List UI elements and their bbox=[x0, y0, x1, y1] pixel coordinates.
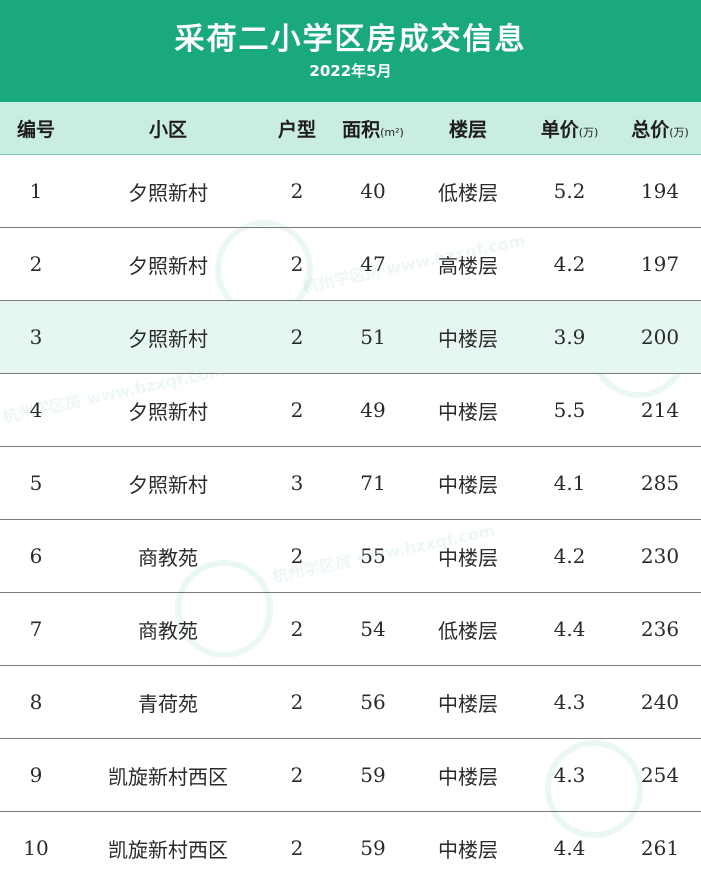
cell-number: 6 bbox=[0, 519, 72, 593]
cell-unit-price: 4.3 bbox=[520, 738, 619, 812]
cell-layout: 2 bbox=[264, 300, 330, 374]
transactions-table: 编号 小区 户型 面积(m²) 楼层 单价(万) 总价(万) 1 夕照新村 2 … bbox=[0, 102, 701, 883]
cell-floor: 中楼层 bbox=[416, 446, 520, 520]
cell-floor: 中楼层 bbox=[416, 519, 520, 593]
cell-layout: 2 bbox=[264, 227, 330, 301]
cell-floor: 中楼层 bbox=[416, 811, 520, 883]
cell-community: 凯旋新村西区 bbox=[72, 811, 264, 883]
cell-unit-price: 3.9 bbox=[520, 300, 619, 374]
cell-community: 夕照新村 bbox=[72, 300, 264, 374]
column-header-community: 小区 bbox=[72, 102, 264, 155]
cell-unit-price: 4.2 bbox=[520, 519, 619, 593]
cell-area: 47 bbox=[330, 227, 416, 301]
column-header-total-price: 总价(万) bbox=[619, 102, 701, 155]
cell-area: 71 bbox=[330, 446, 416, 520]
page: 杭州学区房 www.hzxqf.com 杭州学区房 www.hzxqf.com … bbox=[0, 0, 701, 883]
cell-total-price: 194 bbox=[619, 154, 701, 228]
cell-total-price: 214 bbox=[619, 373, 701, 447]
cell-floor: 中楼层 bbox=[416, 373, 520, 447]
table-row: 7 商教苑 2 54 低楼层 4.4 236 bbox=[0, 592, 701, 666]
cell-floor: 中楼层 bbox=[416, 738, 520, 812]
cell-community: 夕照新村 bbox=[72, 373, 264, 447]
column-header-layout: 户型 bbox=[264, 102, 330, 155]
cell-community: 商教苑 bbox=[72, 592, 264, 666]
cell-number: 8 bbox=[0, 665, 72, 739]
cell-layout: 2 bbox=[264, 665, 330, 739]
cell-total-price: 197 bbox=[619, 227, 701, 301]
cell-number: 2 bbox=[0, 227, 72, 301]
table-row: 10 凯旋新村西区 2 59 中楼层 4.4 261 bbox=[0, 811, 701, 883]
cell-community: 夕照新村 bbox=[72, 446, 264, 520]
table-header-row: 编号 小区 户型 面积(m²) 楼层 单价(万) 总价(万) bbox=[0, 102, 701, 155]
cell-area: 51 bbox=[330, 300, 416, 374]
cell-unit-price: 4.2 bbox=[520, 227, 619, 301]
cell-community: 夕照新村 bbox=[72, 227, 264, 301]
column-header-floor: 楼层 bbox=[416, 102, 520, 155]
cell-unit-price: 5.2 bbox=[520, 154, 619, 228]
cell-total-price: 200 bbox=[619, 300, 701, 374]
cell-number: 3 bbox=[0, 300, 72, 374]
cell-area: 59 bbox=[330, 811, 416, 883]
cell-unit-price: 4.4 bbox=[520, 592, 619, 666]
cell-layout: 2 bbox=[264, 519, 330, 593]
cell-floor: 中楼层 bbox=[416, 665, 520, 739]
cell-layout: 2 bbox=[264, 592, 330, 666]
cell-unit-price: 4.4 bbox=[520, 811, 619, 883]
cell-number: 1 bbox=[0, 154, 72, 228]
cell-number: 7 bbox=[0, 592, 72, 666]
cell-total-price: 285 bbox=[619, 446, 701, 520]
cell-floor: 低楼层 bbox=[416, 154, 520, 228]
cell-area: 40 bbox=[330, 154, 416, 228]
table-row: 8 青荷苑 2 56 中楼层 4.3 240 bbox=[0, 665, 701, 739]
cell-total-price: 230 bbox=[619, 519, 701, 593]
cell-unit-price: 4.1 bbox=[520, 446, 619, 520]
page-title: 采荷二小学区房成交信息 bbox=[174, 22, 527, 57]
cell-floor: 低楼层 bbox=[416, 592, 520, 666]
cell-floor: 中楼层 bbox=[416, 300, 520, 374]
cell-number: 10 bbox=[0, 811, 72, 883]
cell-community: 夕照新村 bbox=[72, 154, 264, 228]
table-row: 9 凯旋新村西区 2 59 中楼层 4.3 254 bbox=[0, 738, 701, 812]
column-header-area: 面积(m²) bbox=[330, 102, 416, 155]
cell-area: 59 bbox=[330, 738, 416, 812]
cell-unit-price: 5.5 bbox=[520, 373, 619, 447]
table-row: 4 夕照新村 2 49 中楼层 5.5 214 bbox=[0, 373, 701, 447]
title-banner: 采荷二小学区房成交信息 2022年5月 bbox=[0, 0, 701, 102]
table-row: 2 夕照新村 2 47 高楼层 4.2 197 bbox=[0, 227, 701, 301]
cell-number: 4 bbox=[0, 373, 72, 447]
column-header-unit-price: 单价(万) bbox=[520, 102, 619, 155]
cell-total-price: 240 bbox=[619, 665, 701, 739]
cell-layout: 2 bbox=[264, 738, 330, 812]
cell-area: 49 bbox=[330, 373, 416, 447]
cell-total-price: 261 bbox=[619, 811, 701, 883]
table-row: 5 夕照新村 3 71 中楼层 4.1 285 bbox=[0, 446, 701, 520]
table-row: 3 夕照新村 2 51 中楼层 3.9 200 bbox=[0, 300, 701, 374]
cell-layout: 2 bbox=[264, 154, 330, 228]
cell-total-price: 236 bbox=[619, 592, 701, 666]
table-row: 6 商教苑 2 55 中楼层 4.2 230 bbox=[0, 519, 701, 593]
cell-unit-price: 4.3 bbox=[520, 665, 619, 739]
table-row: 1 夕照新村 2 40 低楼层 5.2 194 bbox=[0, 154, 701, 228]
cell-area: 56 bbox=[330, 665, 416, 739]
cell-community: 凯旋新村西区 bbox=[72, 738, 264, 812]
cell-community: 商教苑 bbox=[72, 519, 264, 593]
cell-community: 青荷苑 bbox=[72, 665, 264, 739]
column-header-number: 编号 bbox=[0, 102, 72, 155]
cell-number: 9 bbox=[0, 738, 72, 812]
cell-floor: 高楼层 bbox=[416, 227, 520, 301]
cell-layout: 3 bbox=[264, 446, 330, 520]
cell-area: 55 bbox=[330, 519, 416, 593]
page-subtitle: 2022年5月 bbox=[309, 62, 392, 80]
cell-layout: 2 bbox=[264, 811, 330, 883]
cell-number: 5 bbox=[0, 446, 72, 520]
cell-layout: 2 bbox=[264, 373, 330, 447]
cell-total-price: 254 bbox=[619, 738, 701, 812]
cell-area: 54 bbox=[330, 592, 416, 666]
